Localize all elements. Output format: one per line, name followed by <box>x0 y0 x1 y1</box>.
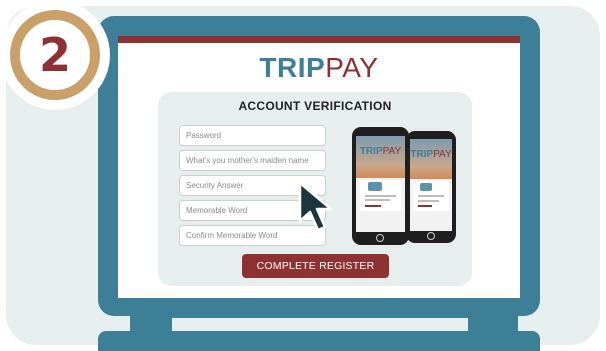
phone-logo-1: TRIPPAY <box>356 146 405 157</box>
phone-text-line <box>364 194 397 197</box>
mouse-pointer-icon <box>298 181 333 232</box>
maiden-name-field[interactable]: What's you mother's maiden name <box>179 150 326 171</box>
complete-register-button[interactable]: COMPLETE REGISTER <box>242 254 389 278</box>
phone-button-line <box>364 204 382 207</box>
phone-home-button-icon <box>376 234 384 242</box>
step-number: 2 <box>38 28 71 82</box>
phone-home-button-icon <box>427 232 435 240</box>
phone-card-2 <box>413 181 449 211</box>
phone-ticket-icon-1 <box>368 181 383 191</box>
phone-logo-1-pay: PAY <box>382 146 402 157</box>
phone-button-line <box>417 204 432 207</box>
brand-logo: TRIPPAY <box>118 52 520 84</box>
phone-hero-image-1 <box>356 136 405 179</box>
phone-screen-1: TRIPPAY <box>356 136 405 232</box>
phone-logo-2-pay: PAY <box>433 149 452 160</box>
brand-logo-trip: TRIP <box>259 52 326 83</box>
form-title: ACCOUNT VERIFICATION <box>238 99 392 113</box>
phone-ticket-icon-2 <box>420 183 433 192</box>
phone-mockup-2: TRIPPAY <box>406 131 456 243</box>
phone-screen-2: TRIPPAY <box>410 139 452 231</box>
phone-text-line <box>417 199 439 202</box>
screen-top-bar <box>118 36 520 43</box>
phone-logo-2: TRIPPAY <box>410 149 452 160</box>
phone-mockup-1: TRIPPAY <box>352 127 409 245</box>
password-field[interactable]: Password <box>179 125 326 146</box>
phone-card-1 <box>359 180 402 211</box>
phone-text-line <box>417 195 445 198</box>
laptop-base <box>98 331 540 351</box>
phone-logo-2-trip: TRIP <box>410 149 434 160</box>
phone-text-line <box>364 199 390 202</box>
step-badge: 2 <box>0 0 110 110</box>
laptop-stand-gap <box>172 318 468 332</box>
brand-logo-pay: PAY <box>325 52 379 83</box>
phone-logo-1-trip: TRIP <box>359 146 383 157</box>
